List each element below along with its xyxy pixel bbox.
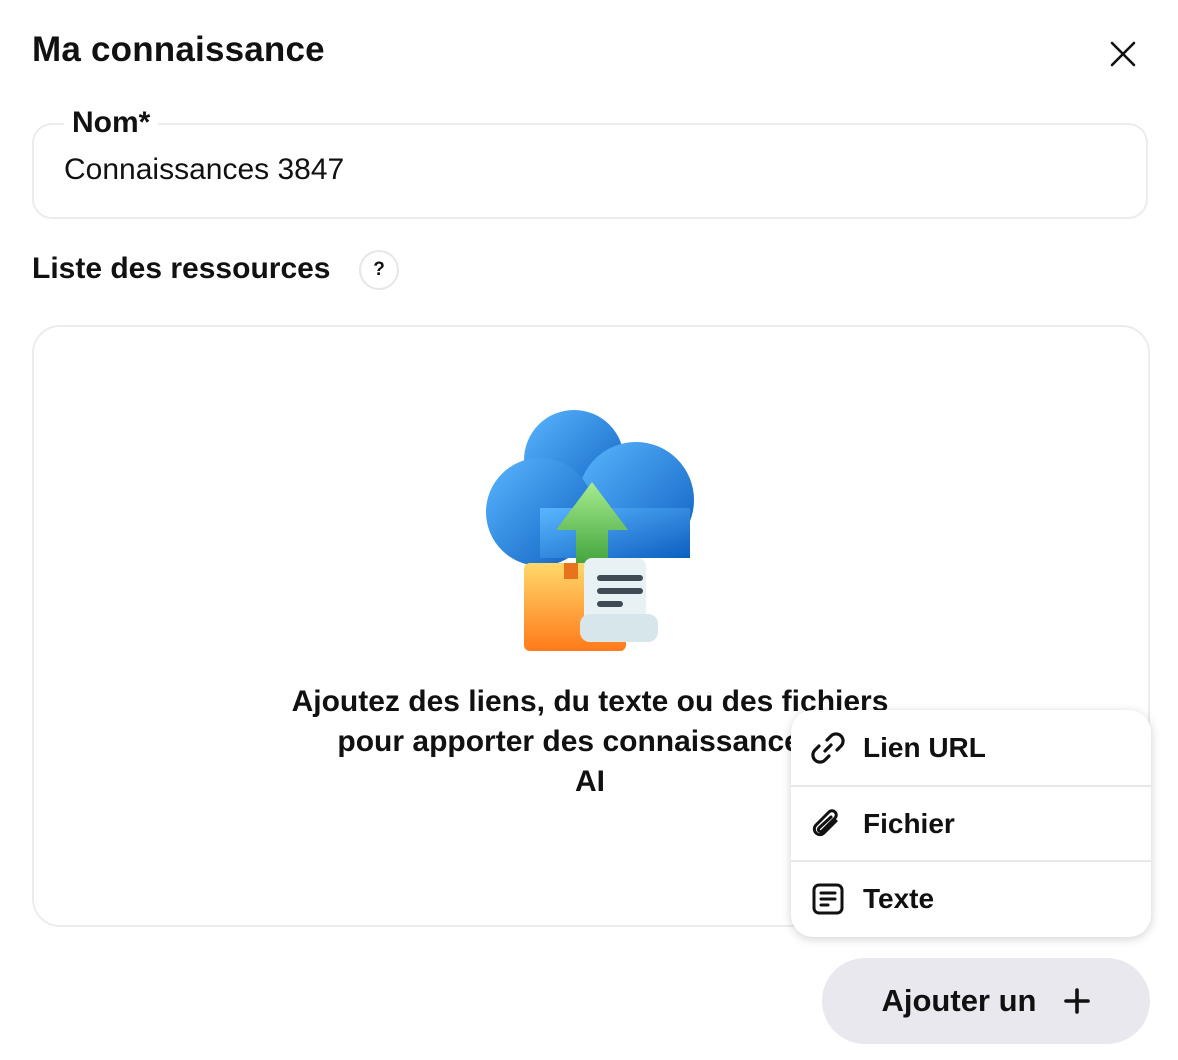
resources-label: Liste des ressources — [32, 252, 331, 285]
link-icon — [809, 729, 847, 767]
add-resource-menu: Lien URL Fichier Texte — [791, 710, 1151, 937]
add-resource-button-label: Ajouter un — [881, 983, 1037, 1018]
cloud-upload-document-icon — [486, 410, 694, 651]
name-field[interactable]: Nom* — [32, 106, 1148, 219]
menu-item-label: Lien URL — [863, 731, 986, 763]
paperclip-icon — [809, 805, 847, 843]
name-field-label: Nom* — [64, 106, 159, 140]
text-document-icon — [809, 880, 847, 918]
close-icon[interactable] — [1110, 41, 1136, 67]
help-button[interactable]: ? — [359, 250, 399, 290]
menu-item-label: Texte — [863, 882, 935, 914]
name-input[interactable] — [64, 153, 1114, 187]
menu-item-file[interactable]: Fichier — [791, 785, 1151, 860]
plus-icon — [1063, 987, 1091, 1015]
menu-item-label: Fichier — [863, 807, 955, 839]
menu-item-url-link[interactable]: Lien URL — [791, 710, 1151, 785]
menu-item-text[interactable]: Texte — [791, 860, 1151, 935]
close-button[interactable] — [1103, 34, 1143, 74]
add-resource-button[interactable]: Ajouter un — [822, 958, 1150, 1044]
dialog-title: Ma connaissance — [32, 30, 325, 69]
